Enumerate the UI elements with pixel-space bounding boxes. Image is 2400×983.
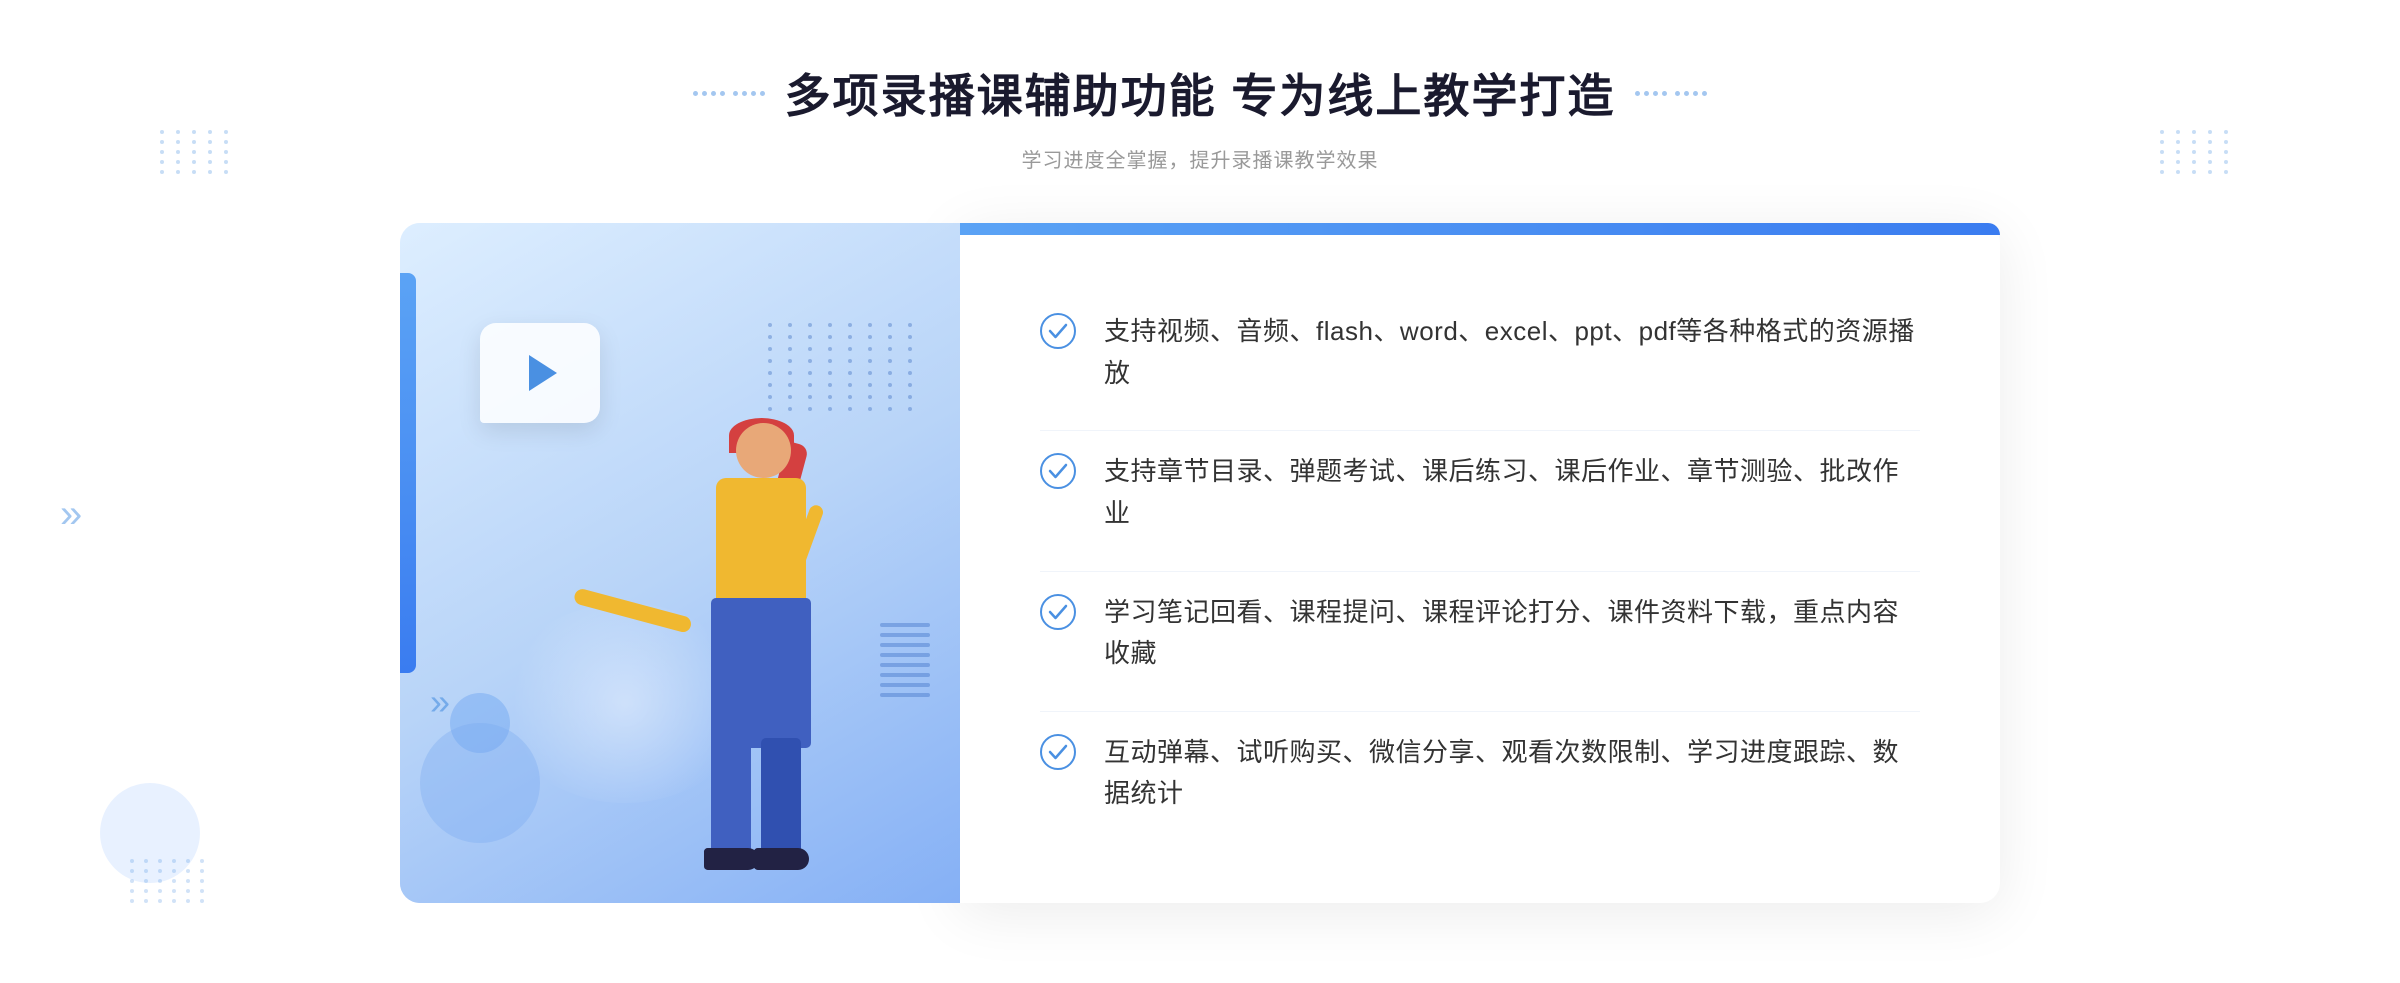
arrow-decoration: »: [430, 681, 450, 723]
top-accent-bar: [960, 223, 2000, 235]
features-panel: 支持视频、音频、flash、word、excel、ppt、pdf等各种格式的资源…: [960, 223, 2000, 903]
dot-pattern-decoration: [768, 323, 920, 411]
feature-item-2: 支持章节目录、弹题考试、课后练习、课后作业、章节测验、批改作业: [1040, 430, 1920, 554]
person-illustration: [596, 403, 876, 903]
person-shoe-left: [704, 848, 759, 870]
title-deco-left: [693, 66, 765, 120]
page-container: 多项录播课辅助功能 专为线上教学打造 学习进度全掌握，提升录播课教学效果: [0, 0, 2400, 983]
features-list: 支持视频、音频、flash、word、excel、ppt、pdf等各种格式的资源…: [1040, 283, 1920, 843]
person-shoe-right: [754, 848, 809, 870]
feature-text-2: 支持章节目录、弹题考试、课后练习、课后作业、章节测验、批改作业: [1104, 451, 1920, 534]
feature-item-3: 学习笔记回看、课程提问、课程评论打分、课件资料下载，重点内容收藏: [1040, 571, 1920, 695]
feature-text-1: 支持视频、音频、flash、word、excel、ppt、pdf等各种格式的资源…: [1104, 311, 1920, 394]
feature-text-4: 互动弹幕、试听购买、微信分享、观看次数限制、学习进度跟踪、数据统计: [1104, 732, 1920, 815]
page-title: 多项录播课辅助功能 专为线上教学打造: [693, 60, 1708, 126]
bottom-dots-decoration: [130, 859, 208, 903]
stripe-decoration: [880, 623, 930, 703]
feature-text-3: 学习笔记回看、课程提问、课程评论打分、课件资料下载，重点内容收藏: [1104, 592, 1920, 675]
title-deco-right: [1635, 66, 1707, 120]
person-leg-left: [711, 738, 751, 858]
person-head: [736, 423, 791, 478]
play-icon: [529, 355, 557, 391]
title-text: 多项录播课辅助功能 专为线上教学打造: [785, 60, 1616, 126]
header-dots-right: [2160, 130, 2240, 210]
person-pants: [711, 598, 811, 748]
blue-accent-bar: [400, 273, 416, 673]
chevron-decoration: »: [60, 492, 82, 537]
check-icon-4: [1040, 734, 1076, 770]
header-dots-left: [160, 130, 240, 210]
check-icon-1: [1040, 313, 1076, 349]
play-bubble: [480, 323, 600, 423]
page-subtitle: 学习进度全掌握，提升录播课教学效果: [693, 144, 1708, 173]
feature-item-4: 互动弹幕、试听购买、微信分享、观看次数限制、学习进度跟踪、数据统计: [1040, 711, 1920, 835]
person-leg-right: [761, 738, 801, 858]
check-icon-3: [1040, 594, 1076, 630]
header-section: 多项录播课辅助功能 专为线上教学打造 学习进度全掌握，提升录播课教学效果: [693, 60, 1708, 173]
check-icon-2: [1040, 453, 1076, 489]
feature-item-1: 支持视频、音频、flash、word、excel、ppt、pdf等各种格式的资源…: [1040, 291, 1920, 414]
content-area: »: [400, 223, 2000, 903]
illustration-panel: »: [400, 223, 960, 903]
